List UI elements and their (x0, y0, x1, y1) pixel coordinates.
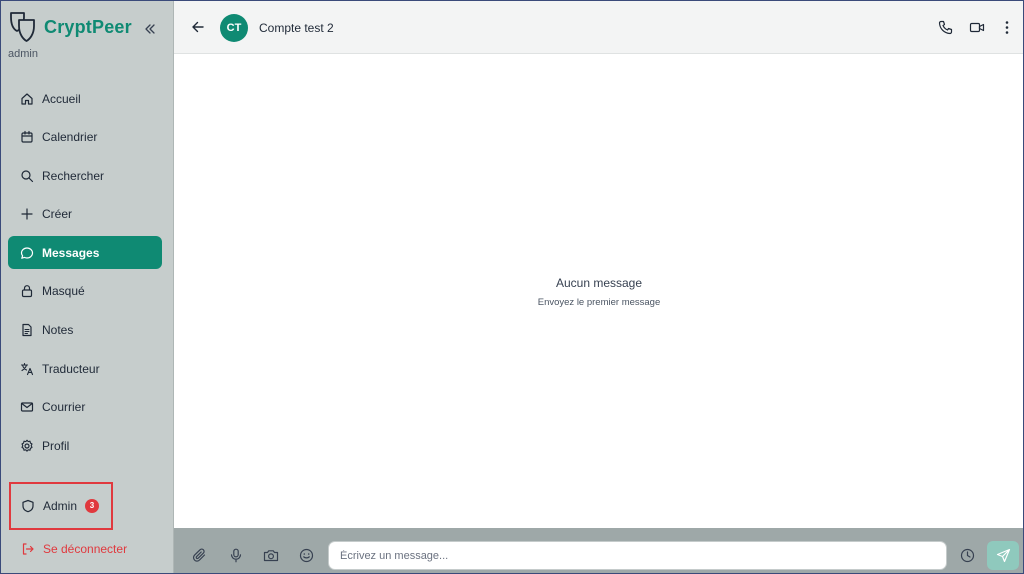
user-role: admin (8, 48, 38, 60)
calendar-icon (19, 130, 34, 145)
sidebar-nav: Accueil Calendrier Rechercher Créer Mess… (8, 82, 162, 468)
app-name: CryptPeer (44, 16, 132, 37)
logout-button[interactable]: Se déconnecter (9, 537, 127, 561)
sidebar-item-label: Profil (42, 438, 70, 453)
mail-icon (19, 400, 34, 415)
phone-icon (938, 20, 953, 35)
messages-area: Aucun message Envoyez le premier message (174, 54, 1024, 528)
logout-icon (20, 542, 35, 557)
sidebar-item-label: Accueil (42, 91, 81, 106)
translate-icon (19, 361, 34, 376)
sidebar-item-traducteur[interactable]: Traducteur (8, 352, 162, 385)
sidebar-item-label: Masqué (42, 284, 85, 299)
sidebar-item-accueil[interactable]: Accueil (8, 82, 162, 115)
search-icon (19, 168, 34, 183)
avatar[interactable]: CT (220, 14, 248, 42)
voice-call-button[interactable] (937, 19, 954, 36)
video-icon (969, 22, 984, 33)
camera-icon (263, 550, 278, 562)
notification-badge: 3 (85, 498, 100, 513)
more-vertical-icon (1005, 21, 1008, 34)
brand: CryptPeer (8, 10, 132, 44)
back-button[interactable] (190, 19, 206, 35)
schedule-message-button[interactable] (959, 547, 976, 564)
send-button[interactable] (987, 541, 1019, 570)
chevrons-left-icon (145, 24, 155, 34)
clock-icon (960, 548, 975, 563)
sidebar-item-label: Traducteur (42, 361, 100, 376)
sidebar-item-creer[interactable]: Créer (8, 198, 162, 231)
send-icon (996, 548, 1010, 563)
more-options-button[interactable] (998, 19, 1015, 36)
message-icon (19, 245, 34, 260)
sidebar-item-label: Créer (42, 207, 73, 222)
sidebar-item-label: Notes (42, 323, 74, 338)
arrow-left-icon (192, 21, 204, 33)
sidebar-item-masque[interactable]: Masqué (8, 275, 162, 308)
sidebar-item-rechercher[interactable]: Rechercher (8, 159, 162, 192)
message-composer (174, 528, 1024, 574)
lock-icon (19, 284, 34, 299)
message-input[interactable] (328, 541, 947, 570)
note-icon (19, 323, 34, 338)
logo-icon (10, 12, 35, 42)
sidebar-item-label: Calendrier (42, 130, 98, 145)
home-icon (19, 91, 34, 106)
shield-icon (20, 498, 35, 513)
contact-name[interactable]: Compte test 2 (259, 21, 334, 35)
empty-state-title: Aucun message (555, 276, 643, 290)
sidebar-item-label: Messages (42, 245, 100, 260)
logout-label: Se déconnecter (43, 542, 128, 556)
sidebar-item-profil[interactable]: Profil (8, 429, 162, 462)
gear-icon (19, 438, 34, 453)
sidebar-item-label: Rechercher (42, 168, 105, 183)
sidebar-item-notes[interactable]: Notes (8, 314, 162, 347)
sidebar-item-admin[interactable]: Admin 3 (9, 489, 113, 522)
collapse-sidebar-button[interactable] (141, 20, 159, 38)
sidebar: CryptPeer admin Accueil Calendrier Reche… (0, 0, 174, 574)
empty-state-subtitle: Envoyez le premier message (537, 297, 661, 308)
sidebar-item-messages[interactable]: Messages (8, 236, 162, 270)
smiley-icon (299, 548, 314, 563)
camera-button[interactable] (262, 547, 279, 564)
sidebar-item-label: Admin (43, 498, 78, 513)
voice-message-button[interactable] (227, 547, 244, 564)
chat-header: CT Compte test 2 (174, 0, 1024, 54)
video-call-button[interactable] (968, 19, 985, 36)
plus-icon (19, 207, 34, 222)
attach-button[interactable] (191, 547, 208, 564)
emoji-button[interactable] (298, 547, 315, 564)
sidebar-item-calendrier[interactable]: Calendrier (8, 121, 162, 154)
microphone-icon (230, 548, 241, 563)
sidebar-item-label: Courrier (42, 400, 86, 415)
paperclip-icon (192, 548, 206, 562)
sidebar-item-courrier[interactable]: Courrier (8, 391, 162, 424)
